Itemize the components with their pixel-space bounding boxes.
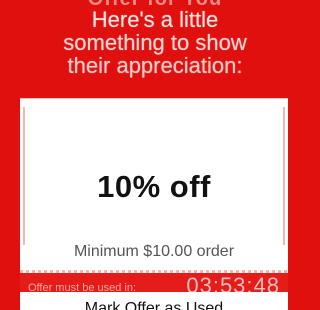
discount-amount: 10% off [97, 169, 211, 204]
appreciation-headline: Here's a little something to show their … [0, 8, 310, 77]
minimum-order: Minimum $10.00 order [73, 243, 235, 260]
headline-line-1: Here's a little [91, 7, 219, 32]
headline-line-2: something to show [63, 30, 247, 55]
headline-line-3: their appreciation: [67, 53, 243, 78]
coupon-card: 10% off Minimum $10.00 order [20, 98, 288, 273]
mark-offer-used-button[interactable]: Mark Offer as Used [20, 292, 288, 310]
mark-offer-used-label: Mark Offer as Used [84, 300, 224, 310]
